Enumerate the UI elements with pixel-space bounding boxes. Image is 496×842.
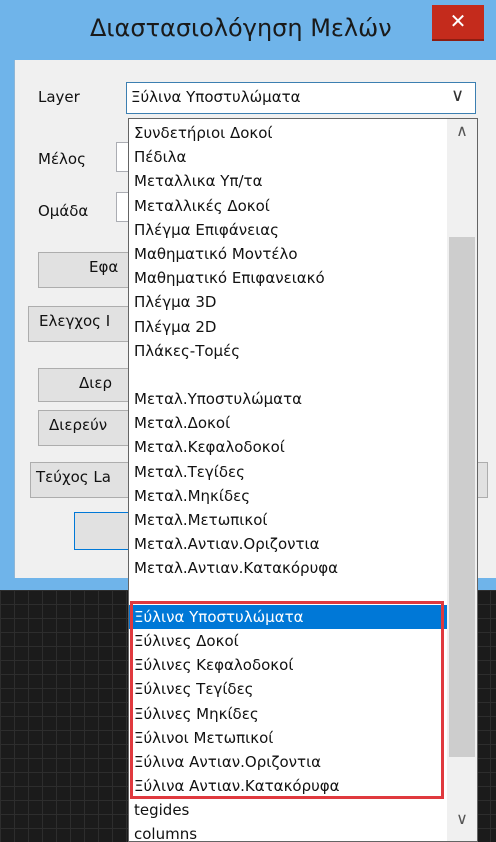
dropdown-item[interactable]: Μεταλ.Αντιαν.Κατακόρυφα bbox=[129, 556, 447, 580]
investigate-button-2[interactable]: Διερεύν bbox=[38, 410, 138, 446]
dropdown-item[interactable]: Πλέγμα Επιφάνειας bbox=[129, 218, 447, 242]
title-bar[interactable]: Διαστασιολόγηση Μελών ✕ bbox=[0, 0, 496, 56]
dropdown-item[interactable]: tegides bbox=[129, 798, 447, 822]
booklet-button-label: Τεύχος La bbox=[36, 468, 111, 486]
dropdown-item[interactable]: Πλέγμα 3D bbox=[129, 290, 447, 314]
scroll-down-icon[interactable]: ∨ bbox=[447, 809, 477, 837]
dropdown-item[interactable]: Μεταλλικές Δοκοί bbox=[129, 194, 447, 218]
layer-select[interactable]: Ξύλινα Υποστυλώματα ∨ bbox=[126, 82, 476, 114]
layer-label: Layer bbox=[38, 88, 80, 106]
dropdown-item[interactable]: columns bbox=[129, 822, 447, 841]
investigate-button-2-label: Διερεύν bbox=[49, 416, 108, 434]
investigate-button-1[interactable]: Διερ bbox=[38, 368, 138, 402]
dropdown-item[interactable]: Ξύλινα Υποστυλώματα bbox=[129, 604, 447, 629]
dropdown-item[interactable]: Συνδετήριοι Δοκοί bbox=[129, 121, 447, 145]
dropdown-item[interactable]: Μεταλ.Μηκίδες bbox=[129, 484, 447, 508]
check-button[interactable]: Ελεγχος Ι bbox=[28, 306, 138, 342]
dropdown-item[interactable]: Μεταλ.Μετωπικοί bbox=[129, 508, 447, 532]
apply-button[interactable]: Εφα bbox=[38, 252, 138, 288]
dropdown-item[interactable]: Ξύλινοι Μετωπικοί bbox=[129, 726, 447, 750]
apply-button-label: Εφα bbox=[89, 258, 119, 276]
dropdown-item[interactable] bbox=[129, 581, 447, 605]
check-button-label: Ελεγχος Ι bbox=[39, 312, 111, 330]
close-button[interactable]: ✕ bbox=[432, 5, 484, 41]
window-title: Διαστασιολόγηση Μελών bbox=[90, 14, 392, 42]
dropdown-item[interactable]: Ξύλινα Αντιαν.Κατακόρυφα bbox=[129, 774, 447, 798]
dropdown-item[interactable]: Μεταλ.Κεφαλοδοκοί bbox=[129, 435, 447, 459]
dropdown-item[interactable]: Μεταλ.Αντιαν.Οριζοντια bbox=[129, 532, 447, 556]
dropdown-item[interactable]: Ξύλινες Τεγίδες bbox=[129, 677, 447, 701]
layer-select-value: Ξύλινα Υποστυλώματα bbox=[131, 88, 301, 106]
dropdown-item[interactable]: Μεταλλικα Υπ/τα bbox=[129, 169, 447, 193]
layer-dropdown-list[interactable]: Συνδετήριοι Δοκοί Πέδιλα Μεταλλικα Υπ/τα Με… bbox=[128, 118, 478, 842]
layer-dropdown-items: Συνδετήριοι Δοκοί Πέδιλα Μεταλλικα Υπ/τα Με… bbox=[129, 121, 447, 841]
chevron-down-icon[interactable]: ∨ bbox=[451, 85, 464, 106]
dropdown-item[interactable]: Μεταλ.Τεγίδες bbox=[129, 460, 447, 484]
group-label: Ομάδα bbox=[38, 202, 89, 220]
dropdown-item[interactable]: Μεταλ.Υποστυλώματα bbox=[129, 387, 447, 411]
investigate-button-1-label: Διερ bbox=[79, 374, 112, 392]
dropdown-item[interactable]: Ξύλινα Αντιαν.Οριζοντια bbox=[129, 750, 447, 774]
dropdown-item[interactable]: Μεταλ.Δοκοί bbox=[129, 411, 447, 435]
dropdown-item[interactable]: Πλέγμα 2D bbox=[129, 315, 447, 339]
dropdown-item[interactable]: Πλάκες-Τομές bbox=[129, 339, 447, 363]
scrollbar-thumb[interactable] bbox=[449, 237, 475, 757]
dropdown-item[interactable]: Ξύλινες Κεφαλοδοκοί bbox=[129, 653, 447, 677]
scroll-up-icon[interactable]: ∧ bbox=[447, 121, 477, 149]
dropdown-item[interactable]: Πέδιλα bbox=[129, 145, 447, 169]
dropdown-item[interactable]: Ξύλινες Δοκοί bbox=[129, 629, 447, 653]
dropdown-scrollbar[interactable]: ∧ ∨ bbox=[447, 119, 477, 841]
dropdown-item[interactable]: Μαθηματικό Μοντέλο bbox=[129, 242, 447, 266]
dropdown-item[interactable]: Μαθηματικό Επιφανειακό bbox=[129, 266, 447, 290]
close-icon: ✕ bbox=[449, 9, 467, 33]
dropdown-item[interactable]: Ξύλινες Μηκίδες bbox=[129, 702, 447, 726]
booklet-button[interactable]: Τεύχος La bbox=[30, 462, 140, 498]
dropdown-item[interactable] bbox=[129, 363, 447, 387]
member-label: Μέλος bbox=[38, 150, 86, 168]
